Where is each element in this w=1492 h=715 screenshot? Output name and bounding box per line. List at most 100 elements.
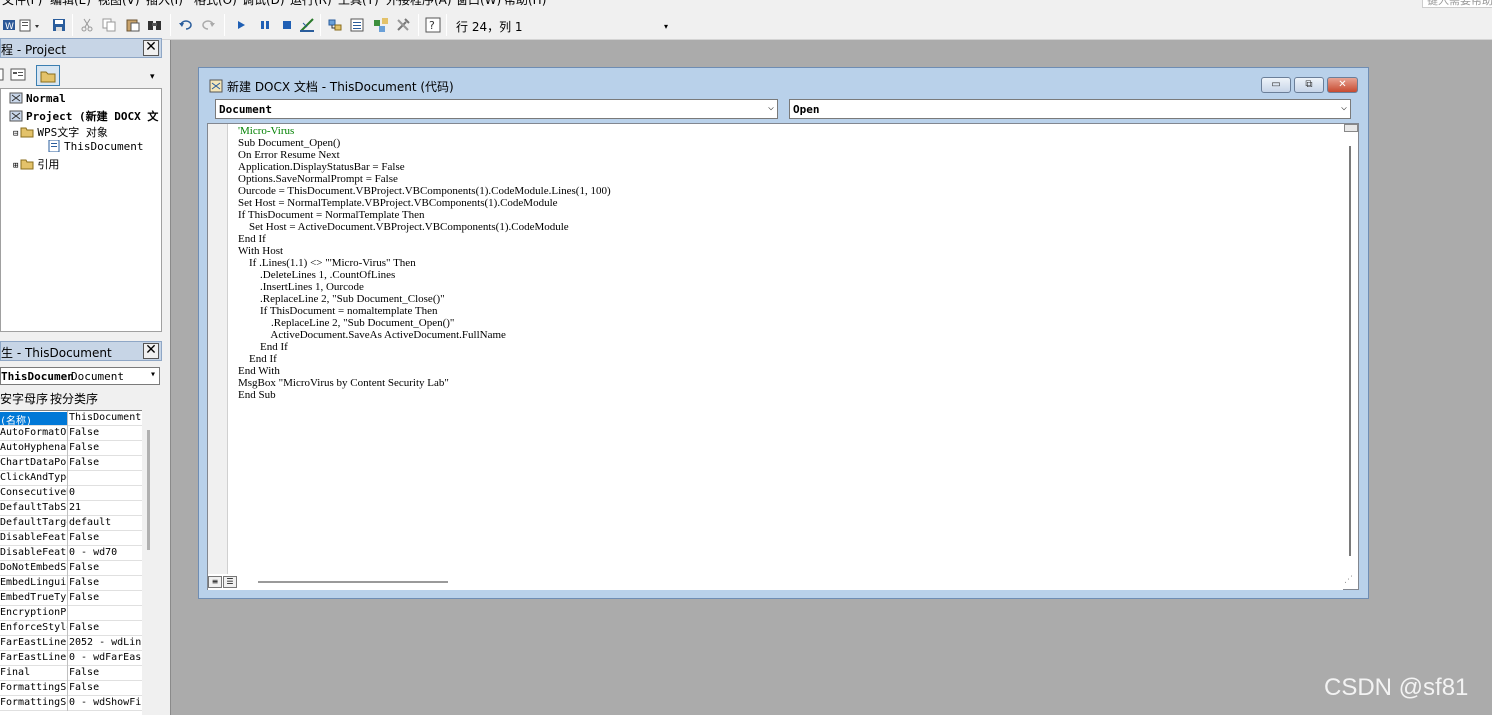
toolbar-options-dropdown[interactable]: ▾ bbox=[664, 22, 668, 31]
property-row[interactable]: (名称) ThisDocument bbox=[0, 411, 142, 426]
property-value[interactable]: False bbox=[69, 562, 141, 575]
break-icon[interactable] bbox=[256, 16, 274, 34]
property-value[interactable]: False bbox=[69, 682, 141, 695]
menu-item[interactable]: 视图(V) bbox=[98, 0, 140, 8]
tree-node-normal[interactable]: Normal bbox=[9, 92, 66, 105]
breakpoint-margin[interactable] bbox=[208, 124, 228, 574]
menu-item[interactable]: 格式(O) bbox=[194, 0, 237, 8]
property-row[interactable]: ChartDataPointTrackFalse bbox=[0, 456, 142, 471]
property-row[interactable]: DoNotEmbedSystemFontsFalse bbox=[0, 561, 142, 576]
cut-icon[interactable] bbox=[78, 16, 96, 34]
copy-icon[interactable] bbox=[100, 16, 118, 34]
property-row[interactable]: DisableFeaturesFalse bbox=[0, 531, 142, 546]
menu-item[interactable]: 文件(F) bbox=[2, 0, 42, 8]
property-value[interactable]: False bbox=[69, 442, 141, 455]
full-module-view-icon[interactable]: ☰ bbox=[223, 576, 237, 588]
property-value[interactable]: 0 - wd70 bbox=[69, 547, 141, 560]
property-row[interactable]: EmbedTrueTypeFontsFalse bbox=[0, 591, 142, 606]
property-value[interactable]: False bbox=[69, 577, 141, 590]
property-value[interactable]: False bbox=[69, 667, 141, 680]
properties-scrollbar[interactable] bbox=[142, 410, 160, 715]
property-value[interactable] bbox=[69, 607, 141, 620]
property-row[interactable]: EnforceStyle False bbox=[0, 621, 142, 636]
code-vertical-scrollbar[interactable] bbox=[1341, 124, 1358, 574]
property-value[interactable]: ThisDocument bbox=[69, 412, 141, 425]
property-row[interactable]: ClickAndTypeParagraph bbox=[0, 471, 142, 486]
collapse-icon[interactable]: ⊟ bbox=[13, 129, 18, 139]
design-mode-icon[interactable] bbox=[298, 16, 316, 34]
project-toolbar-dropdown[interactable]: ▾ bbox=[150, 72, 155, 82]
property-row[interactable]: FarEastLineBreakLevel0 - wdFarEast bbox=[0, 651, 142, 666]
save-icon[interactable] bbox=[50, 16, 68, 34]
minimize-button[interactable]: ▭ bbox=[1261, 77, 1291, 93]
property-row[interactable]: AutoFormatOverrideFalse bbox=[0, 426, 142, 441]
resize-grip-icon[interactable]: ⋰ bbox=[1344, 575, 1356, 587]
procedure-view-icon[interactable]: ≡ bbox=[208, 576, 222, 588]
object-browser-icon[interactable] bbox=[372, 16, 390, 34]
tree-node-references[interactable]: ⊞ 引用 bbox=[13, 156, 59, 172]
menu-item[interactable]: 帮助(H) bbox=[504, 0, 546, 8]
property-row[interactable]: FormattingShowFilter0 - wdShowFilter bbox=[0, 696, 142, 711]
property-value[interactable]: 0 - wdShowFilter bbox=[69, 697, 141, 710]
menu-item[interactable]: 调试(D) bbox=[242, 0, 285, 8]
close-button[interactable]: ✕ bbox=[1327, 77, 1358, 93]
property-value[interactable]: False bbox=[69, 592, 141, 605]
code-horizontal-scrollbar[interactable]: ≡ ☰ bbox=[208, 574, 1343, 590]
properties-object-select[interactable]: ThisDocumen Document ▾ bbox=[0, 367, 160, 385]
view-word-icon[interactable]: W bbox=[0, 16, 18, 34]
paste-icon[interactable] bbox=[124, 16, 142, 34]
procedure-combo[interactable]: Open ⌵ bbox=[789, 99, 1351, 119]
property-row[interactable]: DefaultTabStop21 bbox=[0, 501, 142, 516]
view-object-icon[interactable] bbox=[10, 68, 26, 85]
code-editor[interactable]: 'Micro-Virus Sub Document_Open() On Error … bbox=[207, 123, 1359, 590]
property-value[interactable]: 2052 - wdLineBreak bbox=[69, 637, 141, 650]
property-row[interactable]: FormattingShowClearFalse bbox=[0, 681, 142, 696]
toolbox-icon[interactable] bbox=[394, 16, 412, 34]
undo-icon[interactable] bbox=[176, 16, 194, 34]
help-search-input[interactable]: 键入需要帮助 bbox=[1422, 0, 1492, 8]
property-value[interactable]: False bbox=[69, 622, 141, 635]
object-combo[interactable]: Document ⌵ bbox=[215, 99, 778, 119]
tree-node-thisdocument[interactable]: ThisDocument bbox=[47, 139, 143, 153]
project-pane-close-icon[interactable]: ✕ bbox=[143, 40, 159, 56]
toggle-folders-icon[interactable] bbox=[36, 65, 60, 86]
split-bar[interactable] bbox=[1344, 124, 1358, 132]
expand-icon[interactable]: ⊞ bbox=[13, 161, 18, 171]
property-row[interactable]: DefaultTargetFramedefault bbox=[0, 516, 142, 531]
property-value[interactable]: 21 bbox=[69, 502, 141, 515]
property-value[interactable]: False bbox=[69, 427, 141, 440]
restore-button[interactable]: ⧉ bbox=[1294, 77, 1324, 93]
reset-icon[interactable] bbox=[278, 16, 296, 34]
tab-alphabetic[interactable]: 安字母序 bbox=[0, 390, 48, 407]
property-value[interactable]: 0 - wdFarEast bbox=[69, 652, 141, 665]
property-row[interactable]: DisableFeaturesIntroduced0 - wd70 bbox=[0, 546, 142, 561]
property-row[interactable]: FarEastLineBreakLanguage2052 - wdLineBre… bbox=[0, 636, 142, 651]
property-row[interactable]: AutoHyphenationFalse bbox=[0, 441, 142, 456]
run-icon[interactable] bbox=[232, 16, 250, 34]
property-value[interactable]: False bbox=[69, 457, 141, 470]
property-row[interactable]: EmbedLinguisticDataFalse bbox=[0, 576, 142, 591]
property-row[interactable]: ConsecutiveHyphens0 bbox=[0, 486, 142, 501]
redo-icon[interactable] bbox=[200, 16, 218, 34]
tab-categorized[interactable]: 按分类序 bbox=[50, 390, 99, 407]
property-row[interactable]: EncryptionProvider bbox=[0, 606, 142, 621]
property-value[interactable]: False bbox=[69, 532, 141, 545]
menu-item[interactable]: 工具(T) bbox=[338, 0, 379, 8]
property-row[interactable]: Final False bbox=[0, 666, 142, 681]
menu-item[interactable]: 窗口(W) bbox=[456, 0, 501, 8]
tree-node-project[interactable]: Project (新建 DOCX 文 bbox=[9, 108, 158, 124]
menu-item[interactable]: 外接程序(A) bbox=[386, 0, 452, 8]
properties-pane-close-icon[interactable]: ✕ bbox=[143, 343, 159, 359]
insert-module-icon[interactable] bbox=[18, 16, 46, 34]
help-icon[interactable]: ? bbox=[424, 16, 442, 34]
property-value[interactable] bbox=[69, 472, 141, 485]
property-value[interactable]: 0 bbox=[69, 487, 141, 500]
find-icon[interactable] bbox=[146, 16, 164, 34]
view-code-icon[interactable] bbox=[0, 68, 4, 85]
properties-window-icon[interactable] bbox=[348, 16, 366, 34]
menu-item[interactable]: 运行(R) bbox=[290, 0, 332, 8]
property-value[interactable]: default bbox=[69, 517, 141, 530]
tree-node-wps-objects[interactable]: ⊟ WPS文字 对象 bbox=[13, 124, 108, 140]
menu-item[interactable]: 插入(I) bbox=[146, 0, 183, 8]
menu-item[interactable]: 编辑(E) bbox=[50, 0, 91, 8]
